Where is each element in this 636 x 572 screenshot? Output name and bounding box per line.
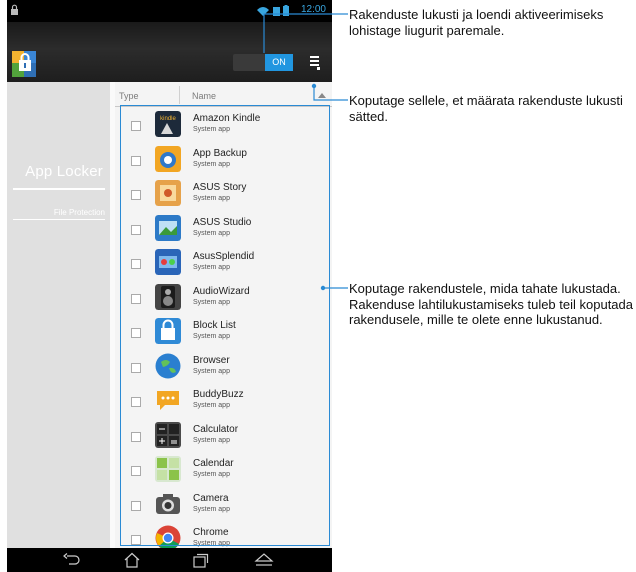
sidebar-item-label: App Locker <box>25 163 103 180</box>
audio-wizard-icon <box>155 283 181 310</box>
calculator-icon <box>155 421 181 448</box>
app-name: Amazon Kindle <box>193 113 261 124</box>
app-name: ASUS Story <box>193 182 247 193</box>
type-column-header[interactable]: Type <box>119 91 139 101</box>
app-name: App Backup <box>193 147 247 159</box>
app-backup-icon <box>155 145 181 172</box>
app-subtitle: System app <box>193 264 230 271</box>
svg-text:kindle: kindle <box>160 116 176 122</box>
app-checkbox[interactable] <box>131 500 141 511</box>
app-name: Chrome <box>193 527 229 538</box>
app-row[interactable]: Calculator System app <box>115 418 332 452</box>
back-icon[interactable] <box>62 552 82 568</box>
app-checkbox[interactable] <box>131 397 141 407</box>
app-subtitle: System app <box>193 229 230 237</box>
toggle-callout-text: Rakenduste lukusti ja loendi aktiveerimi… <box>349 7 604 38</box>
app-subtitle: System app <box>193 160 230 168</box>
app-checkbox[interactable] <box>131 259 141 269</box>
settings-callout-line <box>311 83 348 101</box>
kindle-icon: kindle <box>155 111 181 137</box>
app-locker-icon <box>12 51 36 77</box>
toggle-callout-line <box>263 13 348 53</box>
app-row[interactable]: ASUS Story System app <box>115 176 332 210</box>
sidebar: App Locker File Protection <box>7 82 110 548</box>
app-name: Browser <box>193 354 230 366</box>
app-checkbox[interactable] <box>131 190 141 200</box>
app-list-panel: Type Name kindle Amazon Kindle System app A… <box>115 82 332 548</box>
column-separator <box>179 86 180 104</box>
app-row[interactable]: Browser System app <box>115 349 332 383</box>
sidebar-divider <box>13 188 105 190</box>
app-checkbox[interactable] <box>131 293 141 304</box>
app-checkbox[interactable] <box>131 224 141 235</box>
sidebar-item-file-protection[interactable]: File Protection <box>54 208 105 217</box>
app-row[interactable]: AsusSplendid System app <box>115 245 332 279</box>
app-name: Calculator <box>193 423 239 435</box>
app-checkbox[interactable] <box>131 121 141 131</box>
settings-callout-text: Koputage sellele, et määrata rakenduste … <box>349 93 623 124</box>
app-name: AudioWizard <box>193 285 250 297</box>
app-subtitle: System app <box>193 471 230 478</box>
app-name: Camera <box>193 492 229 504</box>
app-row[interactable]: Chrome System app <box>115 521 332 548</box>
app-checkbox[interactable] <box>131 328 141 338</box>
app-checkbox[interactable] <box>131 155 141 166</box>
app-subtitle: System app <box>193 126 230 133</box>
name-column-header[interactable]: Name <box>192 91 216 101</box>
browser-globe-icon <box>155 353 181 378</box>
app-row[interactable]: ASUS Studio System app <box>115 211 332 245</box>
lock-icon <box>11 4 18 15</box>
sidebar-item-app-locker[interactable]: App Locker <box>7 160 107 190</box>
sidebar-divider <box>13 219 105 220</box>
app-subtitle: System app <box>193 540 230 547</box>
tablet-screen: 12:00 ON App Locker File Protection Type… <box>7 0 332 572</box>
recent-apps-icon[interactable] <box>190 552 210 568</box>
app-name: ASUS Studio <box>193 216 252 228</box>
app-list: kindle Amazon Kindle System app App Backup S… <box>115 107 332 548</box>
app-name: BuddyBuzz <box>193 389 244 400</box>
apps-callout-line <box>320 285 348 291</box>
app-row[interactable]: kindle Amazon Kindle System app <box>115 107 332 141</box>
toggle-on-label: ON <box>265 54 293 71</box>
app-locker-toggle[interactable]: ON <box>233 54 293 71</box>
app-name: Block List <box>193 320 236 331</box>
app-row[interactable]: BuddyBuzz System app <box>115 383 332 417</box>
app-row[interactable]: Camera System app <box>115 487 332 521</box>
navigation-bar <box>7 548 332 572</box>
app-row[interactable]: Block List System app <box>115 314 332 348</box>
app-subtitle: System app <box>193 436 230 444</box>
app-subtitle: System app <box>193 367 230 375</box>
app-name: Calendar <box>193 458 234 469</box>
app-subtitle: System app <box>193 298 230 306</box>
app-checkbox[interactable] <box>131 466 141 476</box>
app-checkbox[interactable] <box>131 535 141 545</box>
chrome-icon <box>155 525 181 548</box>
apps-callout-text: Koputage rakendustele, mida tahate lukus… <box>349 281 634 327</box>
app-row[interactable]: Calendar System app <box>115 452 332 486</box>
asus-story-icon <box>155 180 181 206</box>
camera-icon <box>156 493 180 514</box>
app-row[interactable]: AudioWizard System app <box>115 280 332 314</box>
app-checkbox[interactable] <box>131 431 141 442</box>
app-subtitle: System app <box>193 195 230 202</box>
app-subtitle: System app <box>193 402 230 409</box>
block-list-icon <box>155 318 181 344</box>
asus-studio-icon <box>155 214 181 241</box>
calendar-icon <box>155 456 181 482</box>
buddybuzz-icon <box>157 391 179 410</box>
list-header: Type Name <box>115 82 332 107</box>
overflow-menu-icon[interactable] <box>309 53 321 71</box>
app-name: AsusSplendid <box>193 251 255 262</box>
app-subtitle: System app <box>193 505 230 513</box>
app-subtitle: System app <box>193 333 230 340</box>
home-icon[interactable] <box>122 552 142 568</box>
app-checkbox[interactable] <box>131 362 141 373</box>
app-row[interactable]: App Backup System app <box>115 142 332 176</box>
menu-up-icon[interactable] <box>254 552 274 568</box>
asus-splendid-icon <box>155 249 181 275</box>
